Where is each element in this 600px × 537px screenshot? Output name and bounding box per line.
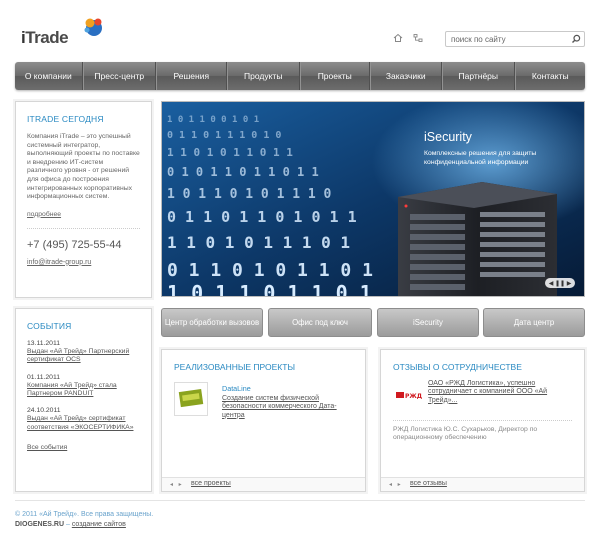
search-icon[interactable] [571, 34, 581, 44]
event-link[interactable]: Выдан «Ай Трейд» Партнерский сертификат … [27, 348, 129, 363]
office-turnkey-button[interactable]: Офис под ключ [268, 308, 372, 337]
event-item: 01.11.2011 Компания «Ай Трейд» стала Пар… [27, 374, 140, 399]
developer-credit: DIOGENES.RU – создание сайтов [15, 520, 585, 530]
footer-dash: – [64, 521, 72, 528]
projects-footer: ◂ ▸ все проекты [162, 477, 365, 491]
dataline-logo-icon[interactable] [174, 382, 208, 416]
event-link[interactable]: Выдан «Ай Трейд» сертификат соответствия… [27, 415, 133, 430]
nav-item-partners[interactable]: Партнёры [442, 62, 515, 90]
diogenes-label: DIOGENES.RU [15, 521, 65, 528]
main-nav: О компании Пресс-центр Решения Продукты … [15, 62, 585, 90]
event-date: 01.11.2011 [27, 373, 61, 381]
banner-title: iSecurity [424, 130, 472, 144]
event-item: 24.10.2011 Выдан «Ай Трейд» сертификат с… [27, 407, 140, 432]
pager-arrows-icon[interactable]: ◂ ▸ [389, 481, 403, 488]
about-text: Компания iTrade – это успешный системный… [27, 133, 140, 201]
email-link[interactable]: info@itrade-group.ru [27, 259, 140, 266]
svg-text:0 1 1 0 1 0 1 1 0 1: 0 1 1 0 1 0 1 1 0 1 [167, 260, 373, 281]
solution-buttons: Центр обработки вызовов Офис под ключ iS… [161, 308, 585, 337]
event-date: 13.11.2011 [27, 340, 61, 347]
data-center-button[interactable]: Дата центр [483, 308, 585, 337]
all-reviews-link[interactable]: все отзывы [410, 480, 447, 487]
logo-ball-icon [84, 18, 102, 36]
svg-text:0 1 1 0 1 1 1 0 1 0: 0 1 1 0 1 1 1 0 1 0 [167, 130, 281, 141]
call-center-button[interactable]: Центр обработки вызовов [161, 308, 263, 337]
home-icon[interactable] [393, 33, 403, 43]
search-input[interactable] [446, 32, 564, 46]
banner[interactable]: 1 0 1 1 0 0 1 0 1 0 1 1 0 1 1 1 0 1 0 1 … [161, 101, 585, 297]
svg-text:0 1 0 1 1 0 1 1 0 1 1: 0 1 0 1 1 0 1 1 0 1 1 [167, 165, 319, 179]
about-title: ITRADE СЕГОДНЯ [27, 114, 104, 124]
project-description[interactable]: Создание систем физической безопасности … [222, 395, 352, 420]
review-text[interactable]: ОАО «РЖД Логистика», успешно сотрудничае… [428, 380, 578, 405]
events-title: СОБЫТИЯ [27, 321, 72, 331]
nav-item-products[interactable]: Продукты [226, 62, 300, 90]
reviews-box: ОТЗЫВЫ О СОТРУДНИЧЕСТВЕ РЖД ОАО «РЖД Лог… [380, 349, 585, 492]
svg-text:1 0 1 1 0 0 1 0 1: 1 0 1 1 0 0 1 0 1 [167, 115, 259, 125]
pager-arrows-icon[interactable]: ◂ ▸ [170, 481, 184, 488]
sitemap-icon[interactable] [413, 33, 423, 43]
slider-controls[interactable]: ◀ ❚❚ ▶ [545, 278, 575, 288]
isecurity-button[interactable]: iSecurity [377, 308, 479, 337]
divider [27, 227, 140, 229]
project-name[interactable]: DataLine [222, 384, 251, 393]
nav-item-clients[interactable]: Заказчики [369, 62, 442, 90]
phone-number: +7 (495) 725-55-44 [27, 238, 122, 251]
nav-item-projects[interactable]: Проекты [299, 62, 370, 90]
nav-item-press[interactable]: Пресс-центр [82, 62, 156, 90]
reviews-footer: ◂ ▸ все отзывы [381, 477, 584, 491]
svg-text:1 1 0 1 0 1 1 0 1 1: 1 1 0 1 0 1 1 0 1 1 [167, 146, 293, 159]
svg-text:1 0 1 1 0 1 0 1 1 1 0: 1 0 1 1 0 1 0 1 1 1 0 [167, 187, 332, 202]
copyright: © 2011 «Ай Трейд». Все права защищены. [15, 511, 154, 518]
reviews-title: ОТЗЫВЫ О СОТРУДНИЧЕСТВЕ [393, 362, 522, 372]
banner-image: 1 0 1 1 0 0 1 0 1 0 1 1 0 1 1 1 0 1 0 1 … [162, 102, 584, 297]
divider [393, 420, 572, 421]
events-box: СОБЫТИЯ 13.11.2011 Выдан «Ай Трейд» Парт… [15, 308, 152, 492]
about-box: ITRADE СЕГОДНЯ Компания iTrade – это усп… [15, 101, 152, 298]
nav-item-solutions[interactable]: Решения [156, 62, 227, 90]
more-link[interactable]: подробнее [27, 211, 140, 218]
footer: © 2011 «Ай Трейд». Все права защищены. D… [15, 500, 585, 530]
search-box [445, 31, 585, 47]
svg-text:1 0 1 1 0 1 1 0 1: 1 0 1 1 0 1 1 0 1 [167, 281, 372, 297]
nav-item-contacts[interactable]: Контакты [514, 62, 586, 90]
event-item: 13.11.2011 Выдан «Ай Трейд» Партнерский … [27, 340, 140, 365]
event-link[interactable]: Компания «Ай Трейд» стала Партнером PAND… [27, 382, 117, 397]
create-sites-link[interactable]: создание сайтов [72, 521, 126, 528]
all-events-link[interactable]: Все события [27, 444, 140, 451]
projects-box: РЕАЛИЗОВАННЫЕ ПРОЕКТЫ DataLine Создание … [161, 349, 366, 492]
logo-text: iTrade [21, 28, 69, 47]
svg-text:0 1 1 0 1 1 0 1 0 1 1: 0 1 1 0 1 1 0 1 0 1 1 [167, 208, 357, 226]
svg-text:1 1 0 1 0 1 1 1 0 1: 1 1 0 1 0 1 1 1 0 1 [167, 233, 350, 252]
all-projects-link[interactable]: все проекты [191, 480, 231, 487]
svg-text:РЖД: РЖД [405, 393, 422, 400]
projects-title: РЕАЛИЗОВАННЫЕ ПРОЕКТЫ [174, 362, 295, 372]
header-icons [393, 33, 423, 43]
logo[interactable]: iTrade [19, 16, 109, 50]
banner-subtitle: Комплексные решения для защиты конфиденц… [424, 150, 537, 166]
review-author: РЖД Логистика Ю.С. Сухарьков, Директор п… [393, 426, 538, 442]
nav-item-about[interactable]: О компании [15, 62, 83, 90]
rzd-logo-icon: РЖД [393, 380, 423, 410]
